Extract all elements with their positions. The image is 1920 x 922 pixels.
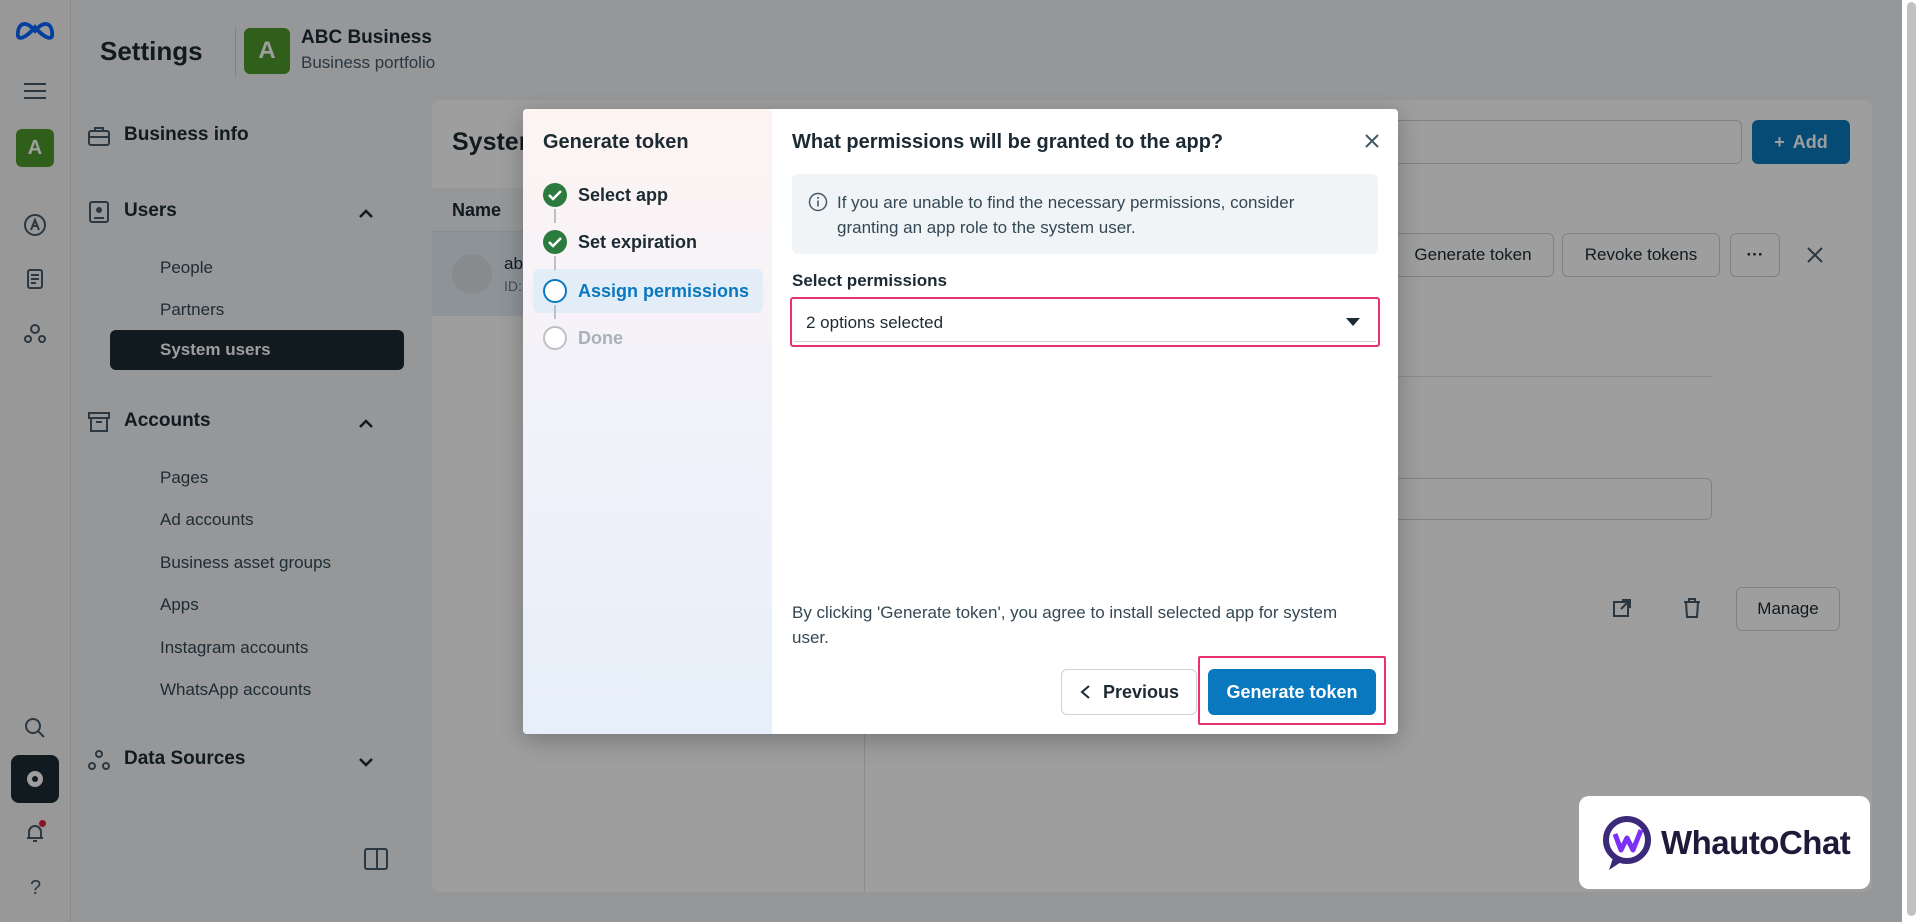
caret-down-icon — [1346, 318, 1360, 326]
brand-name: WhautoChat — [1661, 823, 1851, 861]
step-label: Set expiration — [578, 231, 698, 252]
step-connector — [554, 209, 556, 223]
generate-token-dialog: Generate token Select app Set expiration… — [523, 109, 1398, 734]
previous-button[interactable]: Previous — [1061, 669, 1197, 715]
previous-label: Previous — [1102, 681, 1180, 702]
steps-title: Generate token — [543, 131, 689, 153]
scrollbar[interactable] — [1902, 0, 1920, 922]
step-connector — [554, 256, 556, 270]
step-set-expiration: Set expiration — [543, 230, 697, 254]
scrollbar-thumb[interactable] — [1907, 2, 1916, 916]
select-value: 2 options selected — [806, 313, 944, 332]
step-label: Done — [578, 327, 623, 348]
permissions-panel: What permissions will be granted to the … — [772, 109, 1398, 734]
permissions-select[interactable]: 2 options selected — [794, 302, 1376, 342]
step-done: Done — [543, 326, 623, 350]
select-permissions-label: Select permissions — [792, 271, 947, 290]
check-circle-icon — [543, 183, 567, 207]
step-assign-permissions: Assign permissions — [543, 279, 749, 303]
dialog-title: What permissions will be granted to the … — [792, 131, 1224, 153]
info-banner: If you are unable to find the necessary … — [792, 174, 1378, 254]
empty-step-circle-icon — [543, 326, 567, 350]
info-text: If you are unable to find the necessary … — [837, 193, 1295, 237]
info-icon — [808, 192, 828, 212]
step-select-app: Select app — [543, 183, 668, 207]
close-icon[interactable] — [1360, 129, 1384, 153]
generate-token-button[interactable]: Generate token — [1208, 669, 1376, 715]
chevron-left-icon — [1080, 685, 1090, 699]
steps-panel: Generate token Select app Set expiration… — [523, 109, 772, 734]
step-label: Select app — [578, 184, 669, 205]
brand-watermark: WhautoChat — [1579, 796, 1870, 889]
check-circle-icon — [543, 230, 567, 254]
agreement-text: By clicking 'Generate token', you agree … — [792, 603, 1338, 647]
current-step-circle-icon — [543, 279, 567, 303]
step-connector — [554, 305, 556, 319]
step-label: Assign permissions — [578, 280, 750, 301]
whautochat-logo-icon — [1603, 815, 1651, 870]
